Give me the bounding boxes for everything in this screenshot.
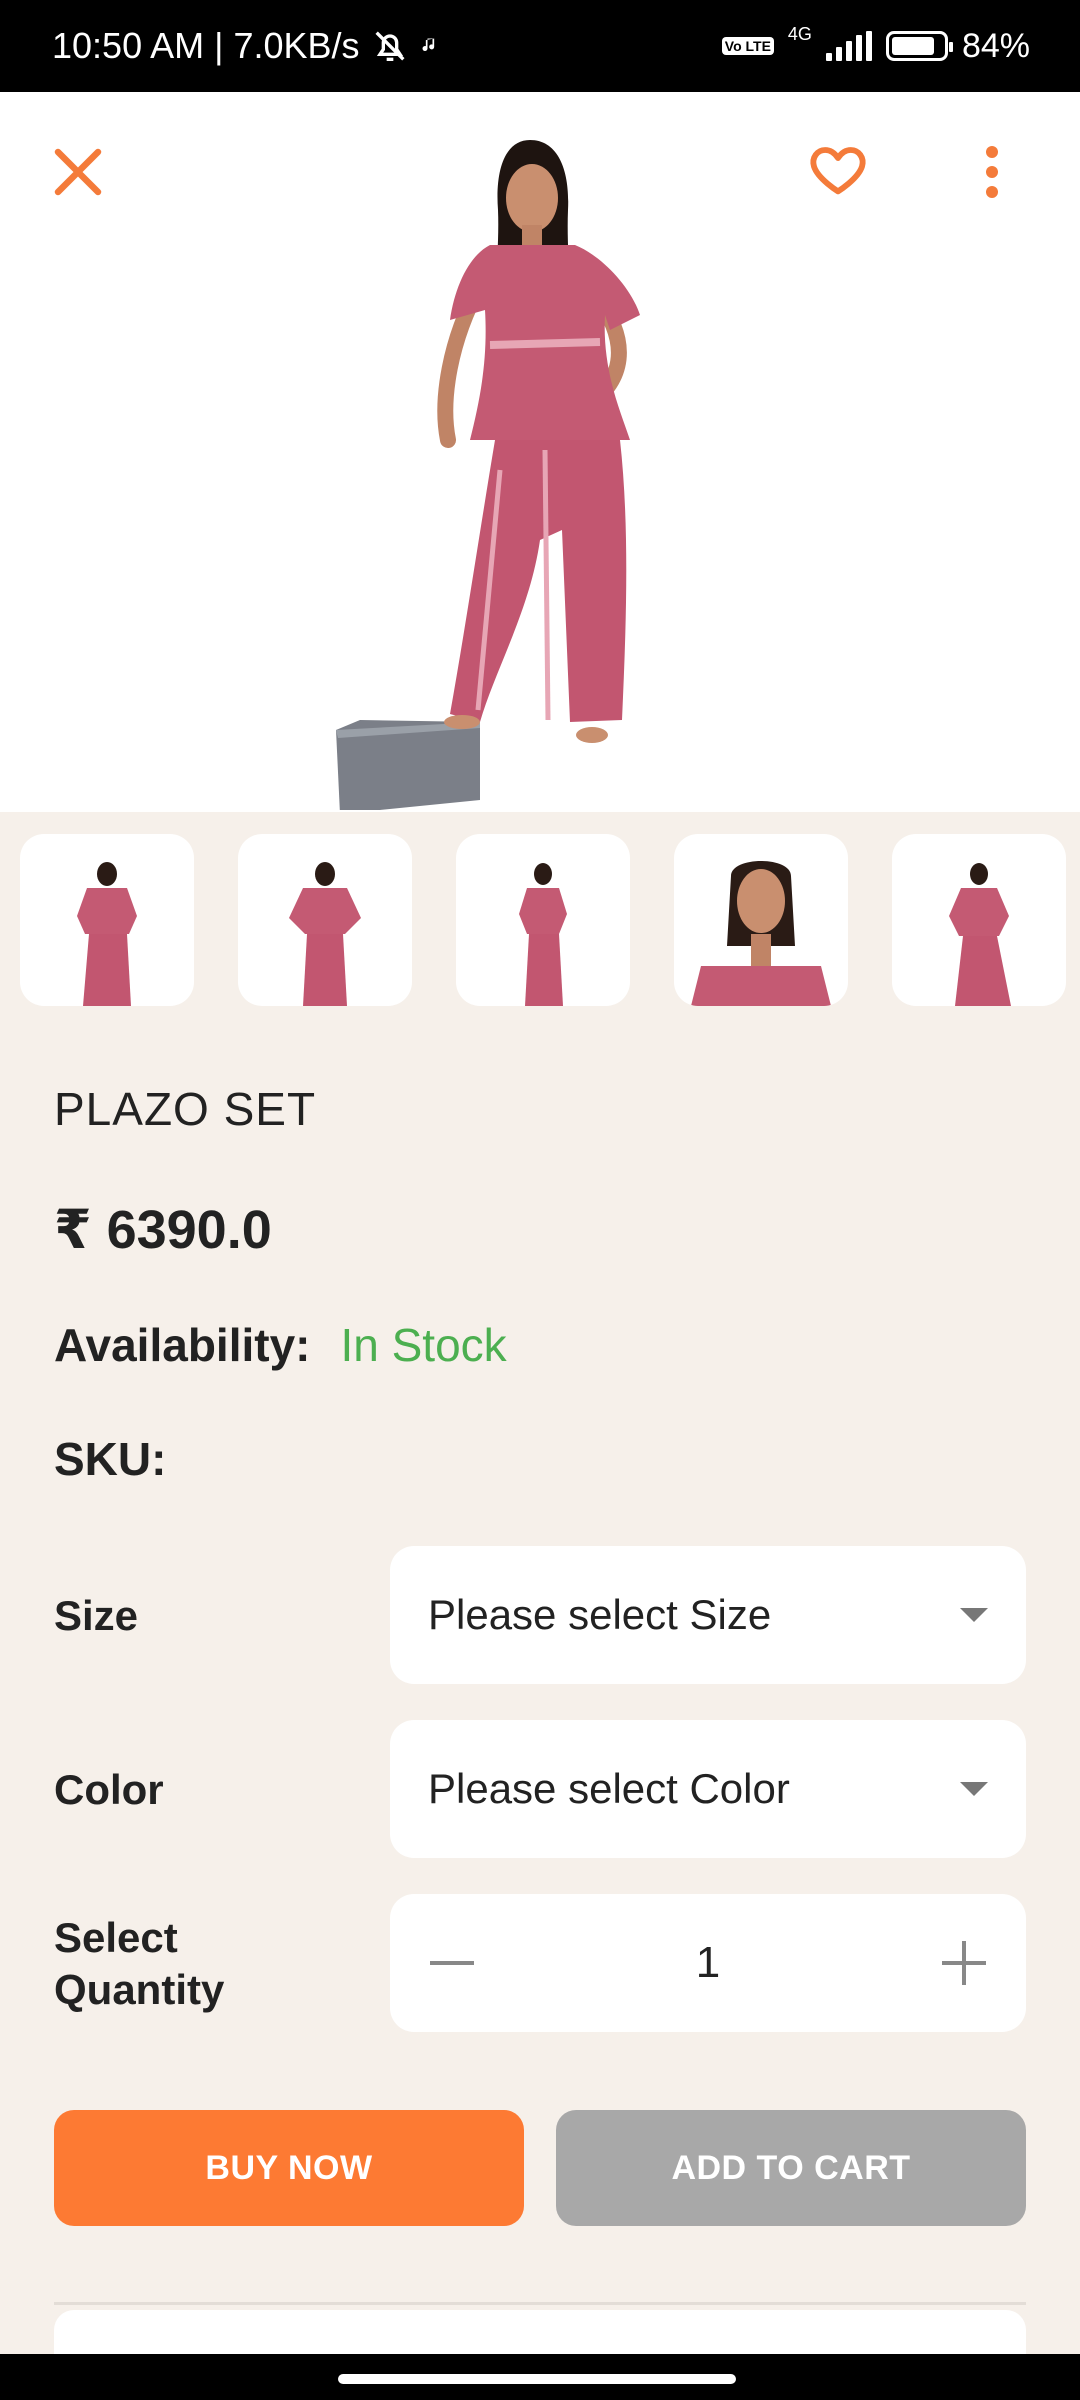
status-bar: 10:50 AM | 7.0KB/s Vo LTE 4G 84% — [0, 0, 1080, 92]
battery-percent: 84% — [961, 26, 1030, 65]
battery-icon — [885, 31, 953, 61]
size-dropdown-value: Please select Size — [428, 1591, 772, 1638]
product-price: ₹ 6390.0 — [54, 1200, 272, 1260]
thumbnail[interactable] — [892, 834, 1066, 1006]
bell-muted-icon — [375, 31, 405, 61]
product-model-figure — [336, 140, 640, 810]
thumbnail[interactable] — [456, 834, 630, 1006]
quantity-label: Select Quantity — [54, 1912, 224, 2016]
close-icon[interactable] — [48, 142, 108, 202]
size-dropdown[interactable]: Please select Size — [390, 1546, 1026, 1684]
thumbnail-image — [289, 862, 361, 1006]
dropdown-caret-icon — [960, 1782, 988, 1796]
color-dropdown-value: Please select Color — [428, 1765, 790, 1812]
quantity-stepper: 1 — [390, 1894, 1026, 2032]
quantity-label-line1: Select — [54, 1914, 178, 1961]
divider — [54, 2302, 1026, 2305]
home-indicator[interactable] — [338, 2374, 736, 2384]
plus-icon[interactable] — [941, 1941, 986, 1985]
thumbnail-image — [949, 863, 1011, 1006]
color-label: Color — [54, 1766, 164, 1813]
status-left: 10:50 AM | 7.0KB/s — [52, 0, 440, 92]
thumbnail-image — [77, 862, 137, 1006]
sku-label: SKU: — [54, 1433, 167, 1485]
more-vertical-icon[interactable] — [972, 142, 1012, 202]
music-note-icon — [422, 38, 434, 52]
thumbnail-strip — [20, 834, 1066, 1006]
thumbnail[interactable] — [674, 834, 848, 1006]
battery-fill — [891, 37, 934, 55]
availability-label: Availability: — [54, 1319, 311, 1371]
status-time-speed: 10:50 AM | 7.0KB/s — [52, 25, 360, 66]
signal-icon — [825, 31, 872, 61]
color-dropdown[interactable]: Please select Color — [390, 1720, 1026, 1858]
availability-status: In Stock — [340, 1319, 507, 1371]
quantity-value: 1 — [695, 1938, 721, 1987]
network-type: 4G — [787, 24, 812, 44]
heart-icon[interactable] — [804, 138, 872, 202]
product-title: PLAZO SET — [54, 1083, 317, 1135]
thumbnail[interactable] — [20, 834, 194, 1006]
minus-icon[interactable] — [430, 1941, 474, 1985]
thumbnail[interactable] — [238, 834, 412, 1006]
buy-now-button[interactable]: BUY NOW — [54, 2110, 524, 2226]
size-label: Size — [54, 1592, 139, 1639]
product-hero-image[interactable] — [0, 92, 1080, 812]
availability-row: Availability: In Stock — [54, 1318, 507, 1372]
thumbnail-image — [691, 861, 831, 1006]
status-right: Vo LTE 4G 84% — [721, 0, 1030, 92]
thumbnail-image — [519, 863, 567, 1006]
quantity-label-line2: Quantity — [54, 1966, 225, 2013]
volte-badge: Vo LTE — [721, 37, 774, 55]
dropdown-caret-icon — [960, 1608, 988, 1622]
add-to-cart-button[interactable]: ADD TO CART — [556, 2110, 1026, 2226]
